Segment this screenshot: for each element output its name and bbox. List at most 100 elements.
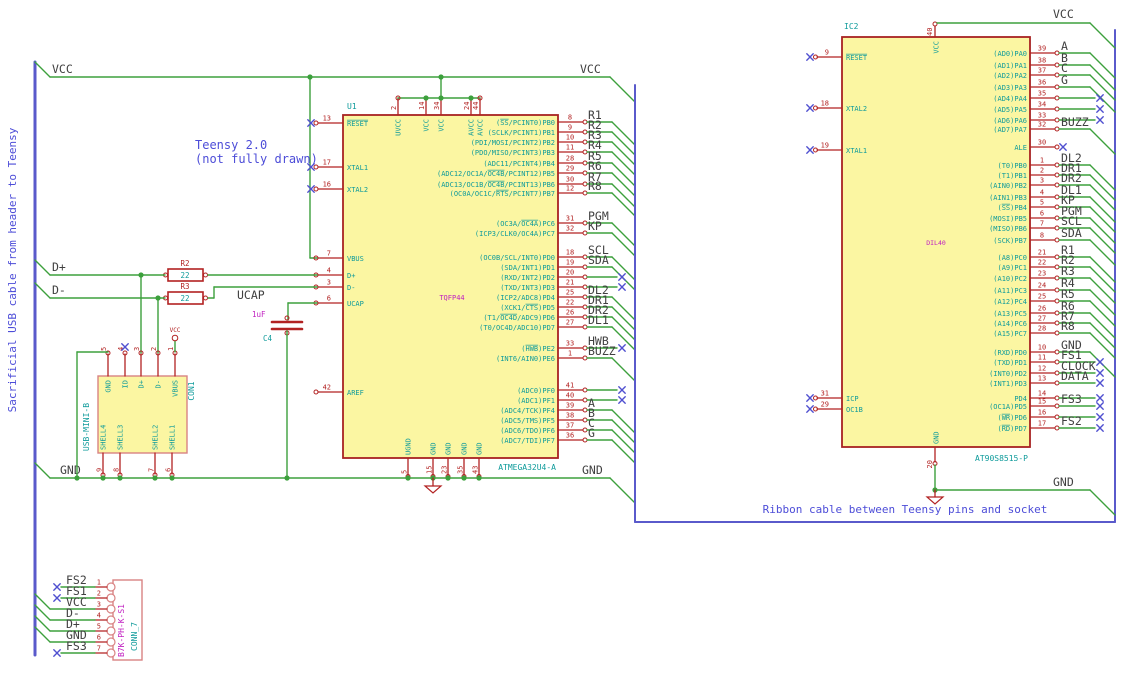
pin-number: 9 xyxy=(825,49,829,57)
text-run: 6 xyxy=(1040,210,1044,218)
conn7-pin-circle xyxy=(106,648,116,658)
text-run: (AD6)PA6 xyxy=(993,117,1027,125)
net-label: BUZZ xyxy=(1061,115,1089,129)
text-run: 36 xyxy=(566,432,574,440)
text-run: 25 xyxy=(1038,293,1046,301)
text-run: 37 xyxy=(566,422,574,430)
conn7-pin-circle xyxy=(106,604,116,614)
conn7-pin-circle xyxy=(106,582,116,592)
text-run: 11 xyxy=(566,144,574,152)
text-run: 1uF xyxy=(252,310,266,319)
net-label: GND xyxy=(582,463,603,477)
junction-dot xyxy=(445,475,451,481)
pin-name: ALE xyxy=(1014,144,1027,152)
note-ribbon: Ribbon cable between Teensy pins and soc… xyxy=(763,503,1048,516)
wire-segment xyxy=(609,76,636,103)
pin-number: 29 xyxy=(566,165,574,173)
pin-number: 24 xyxy=(1038,282,1046,290)
text-run: 4 xyxy=(1040,189,1044,197)
pin-name: VBUS xyxy=(347,255,364,263)
wire-segment xyxy=(1089,64,1116,91)
text-run: (OC1A)PD5 xyxy=(989,403,1027,411)
wire-segment xyxy=(1089,52,1116,79)
text-run: Sacrificial USB cable from header to Tee… xyxy=(6,127,19,412)
pin-name: (AD6)PA6 xyxy=(993,117,1027,125)
pin-number: 15 xyxy=(1038,398,1046,406)
text-run: PD4 xyxy=(1014,395,1027,403)
pin-number: 40 xyxy=(566,392,574,400)
pin-name: GND xyxy=(476,442,484,455)
overbar-text: CTS xyxy=(525,304,538,312)
pin-number: 3 xyxy=(133,347,141,351)
pin-number: 16 xyxy=(1038,409,1046,417)
text-run: GND xyxy=(1053,475,1074,489)
text-run: (not fully drawn) xyxy=(195,152,318,166)
text-run: (A13)PC5 xyxy=(993,310,1027,318)
wire-segment xyxy=(611,141,636,166)
pin-number: 30 xyxy=(566,176,574,184)
pin-end-circle xyxy=(203,295,208,301)
text-run: 2 xyxy=(390,106,398,110)
pin-number: 32 xyxy=(566,225,574,233)
text-run: R8 xyxy=(588,179,602,193)
text-run: 3 xyxy=(133,347,141,351)
text-run: (ADC12/OC1A/ xyxy=(437,170,488,178)
pin-name: (ADC5/TMS)PF5 xyxy=(500,417,555,425)
text-run: (A15)PC7 xyxy=(993,330,1027,338)
pin-name: VBUS xyxy=(172,380,180,397)
pin-number: 5 xyxy=(97,623,101,631)
net-label: SDA xyxy=(588,253,609,267)
text-run: D- xyxy=(347,284,355,292)
text-run: R3 xyxy=(180,282,189,291)
pin-number: 44 xyxy=(472,102,480,110)
text-run: Teensy 2.0 xyxy=(195,138,267,152)
pin-number: 37 xyxy=(566,422,574,430)
pin-name: (OC1A)PD5 xyxy=(989,403,1027,411)
text-run: 39 xyxy=(1038,45,1046,53)
wire-segment xyxy=(1089,164,1116,191)
wire-segment xyxy=(1089,300,1116,327)
pin-name: (HWB)PE2 xyxy=(521,345,555,353)
pin-number: 26 xyxy=(566,309,574,317)
text-run: )PD7 xyxy=(1010,425,1027,433)
text-run: (PDI/MOSI/PCINT2)PB2 xyxy=(471,139,555,147)
wire-segment xyxy=(1089,174,1116,201)
text-run: 1 xyxy=(167,347,175,351)
text-run: 3 xyxy=(327,279,331,287)
net-label: DATA xyxy=(1061,369,1089,383)
net-label: R8 xyxy=(588,179,602,193)
wire-segment xyxy=(1089,196,1116,223)
text-run: ICP xyxy=(846,395,859,403)
text-run: (AD3)PA3 xyxy=(993,84,1027,92)
pin-name: (ADC6/TDO)PF6 xyxy=(500,427,555,435)
text-run: 6 xyxy=(327,295,331,303)
text-run: OC1B xyxy=(846,406,863,414)
text-run: 35 xyxy=(457,466,465,474)
text-run: G xyxy=(588,426,595,440)
wire-segment xyxy=(611,316,636,341)
pin-number: 5 xyxy=(401,470,409,474)
pin-number: 7 xyxy=(148,468,156,472)
pin-number: 8 xyxy=(568,114,572,122)
vcc-power-icon xyxy=(171,334,179,342)
pin-name: (AD0)PA0 xyxy=(993,50,1027,58)
text-run: (A8)PC0 xyxy=(997,254,1027,262)
text-run: 13 xyxy=(1038,375,1046,383)
pin-number: 17 xyxy=(1038,420,1046,428)
overbar-text: RESET xyxy=(846,54,868,62)
text-run: SHELL3 xyxy=(117,425,125,450)
net-label: G xyxy=(588,426,595,440)
text-run: KP xyxy=(588,219,602,233)
text-run: DIL40 xyxy=(926,239,946,247)
text-run: 37 xyxy=(1038,67,1046,75)
pin-name: (T0)PB0 xyxy=(997,162,1027,170)
pin-number: 7 xyxy=(1040,220,1044,228)
text-run: AT90S8515-P xyxy=(975,454,1028,463)
pin-number: 3 xyxy=(97,601,101,609)
text-run: (ADC1)PF1 xyxy=(517,397,555,405)
overbar-text: RESET xyxy=(347,120,369,128)
wire-segment xyxy=(34,61,51,78)
text-run: (AD2)PA2 xyxy=(993,72,1027,80)
junction-dot xyxy=(169,475,175,481)
text-run: VCC xyxy=(1053,7,1074,21)
